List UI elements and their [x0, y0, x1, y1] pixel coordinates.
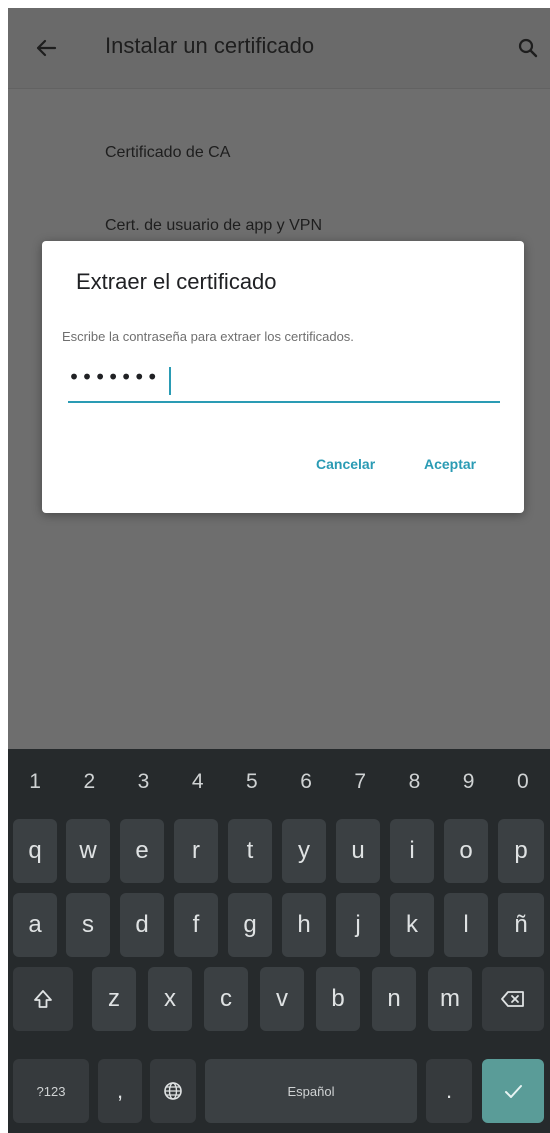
- backspace-key[interactable]: [482, 967, 544, 1031]
- dialog-message: Escribe la contraseña para extraer los c…: [62, 329, 354, 344]
- checkmark-icon: [505, 1085, 522, 1098]
- app-bar: Instalar un certificado: [8, 8, 550, 89]
- key-y[interactable]: y: [282, 819, 326, 883]
- key-q[interactable]: q: [13, 819, 57, 883]
- key-m[interactable]: m: [428, 967, 472, 1031]
- password-masked-value: •••••••: [68, 365, 160, 389]
- key-u[interactable]: u: [336, 819, 380, 883]
- key-z[interactable]: z: [92, 967, 136, 1031]
- key-5[interactable]: 5: [225, 749, 279, 815]
- cancel-button[interactable]: Cancelar: [316, 456, 375, 472]
- key-a[interactable]: a: [13, 893, 57, 957]
- list-item-vpn-certificate[interactable]: Cert. de usuario de app y VPN: [105, 217, 322, 235]
- shift-key[interactable]: [13, 967, 73, 1031]
- key-8[interactable]: 8: [387, 749, 441, 815]
- text-cursor: [169, 367, 171, 395]
- key-comma[interactable]: ,: [98, 1059, 142, 1123]
- key-f[interactable]: f: [174, 893, 218, 957]
- page-title: Instalar un certificado: [105, 33, 315, 58]
- enter-key[interactable]: [482, 1059, 544, 1123]
- key-t[interactable]: t: [228, 819, 272, 883]
- key-e[interactable]: e: [120, 819, 164, 883]
- key-3[interactable]: 3: [116, 749, 170, 815]
- symbols-key[interactable]: ?123: [13, 1059, 89, 1123]
- screen: Instalar un certificado Certificado de C…: [8, 8, 550, 1133]
- key-i[interactable]: i: [390, 819, 434, 883]
- key-7[interactable]: 7: [333, 749, 387, 815]
- key-l[interactable]: l: [444, 893, 488, 957]
- key-c[interactable]: c: [204, 967, 248, 1031]
- keyboard: 1 2 3 4 5 6 7 8 9 0 q w e r t y u i o p …: [8, 749, 550, 1133]
- key-x[interactable]: x: [148, 967, 192, 1031]
- key-enye[interactable]: ñ: [498, 893, 544, 957]
- list-item-ca-certificate[interactable]: Certificado de CA: [105, 144, 230, 162]
- password-field[interactable]: •••••••: [68, 363, 500, 403]
- backspace-icon: [501, 991, 524, 1007]
- key-4[interactable]: 4: [171, 749, 225, 815]
- key-2[interactable]: 2: [62, 749, 116, 815]
- key-k[interactable]: k: [390, 893, 434, 957]
- key-1[interactable]: 1: [8, 749, 62, 815]
- key-p[interactable]: p: [498, 819, 544, 883]
- key-9[interactable]: 9: [442, 749, 496, 815]
- key-w[interactable]: w: [66, 819, 110, 883]
- key-h[interactable]: h: [282, 893, 326, 957]
- key-n[interactable]: n: [372, 967, 416, 1031]
- dialog-title: Extraer el certificado: [76, 269, 277, 294]
- key-r[interactable]: r: [174, 819, 218, 883]
- shift-icon: [34, 990, 52, 1008]
- key-o[interactable]: o: [444, 819, 488, 883]
- key-0[interactable]: 0: [496, 749, 550, 815]
- key-b[interactable]: b: [316, 967, 360, 1031]
- key-j[interactable]: j: [336, 893, 380, 957]
- language-key[interactable]: [150, 1059, 196, 1123]
- symbols-key-label: ?123: [36, 1083, 66, 1099]
- number-row: 1 2 3 4 5 6 7 8 9 0: [8, 749, 550, 815]
- space-key[interactable]: Español: [205, 1059, 417, 1123]
- accept-button[interactable]: Aceptar: [424, 456, 476, 472]
- key-v[interactable]: v: [260, 967, 304, 1031]
- extract-certificate-dialog: Extraer el certificado Escribe la contra…: [42, 241, 524, 513]
- key-6[interactable]: 6: [279, 749, 333, 815]
- arrow-back-icon: [36, 39, 57, 57]
- globe-icon: [164, 1082, 182, 1100]
- key-s[interactable]: s: [66, 893, 110, 957]
- back-button[interactable]: [28, 30, 64, 66]
- key-d[interactable]: d: [120, 893, 164, 957]
- key-g[interactable]: g: [228, 893, 272, 957]
- search-icon: [518, 38, 538, 58]
- space-key-label: Español: [287, 1083, 335, 1099]
- search-button[interactable]: [510, 30, 546, 66]
- key-period[interactable]: .: [426, 1059, 472, 1123]
